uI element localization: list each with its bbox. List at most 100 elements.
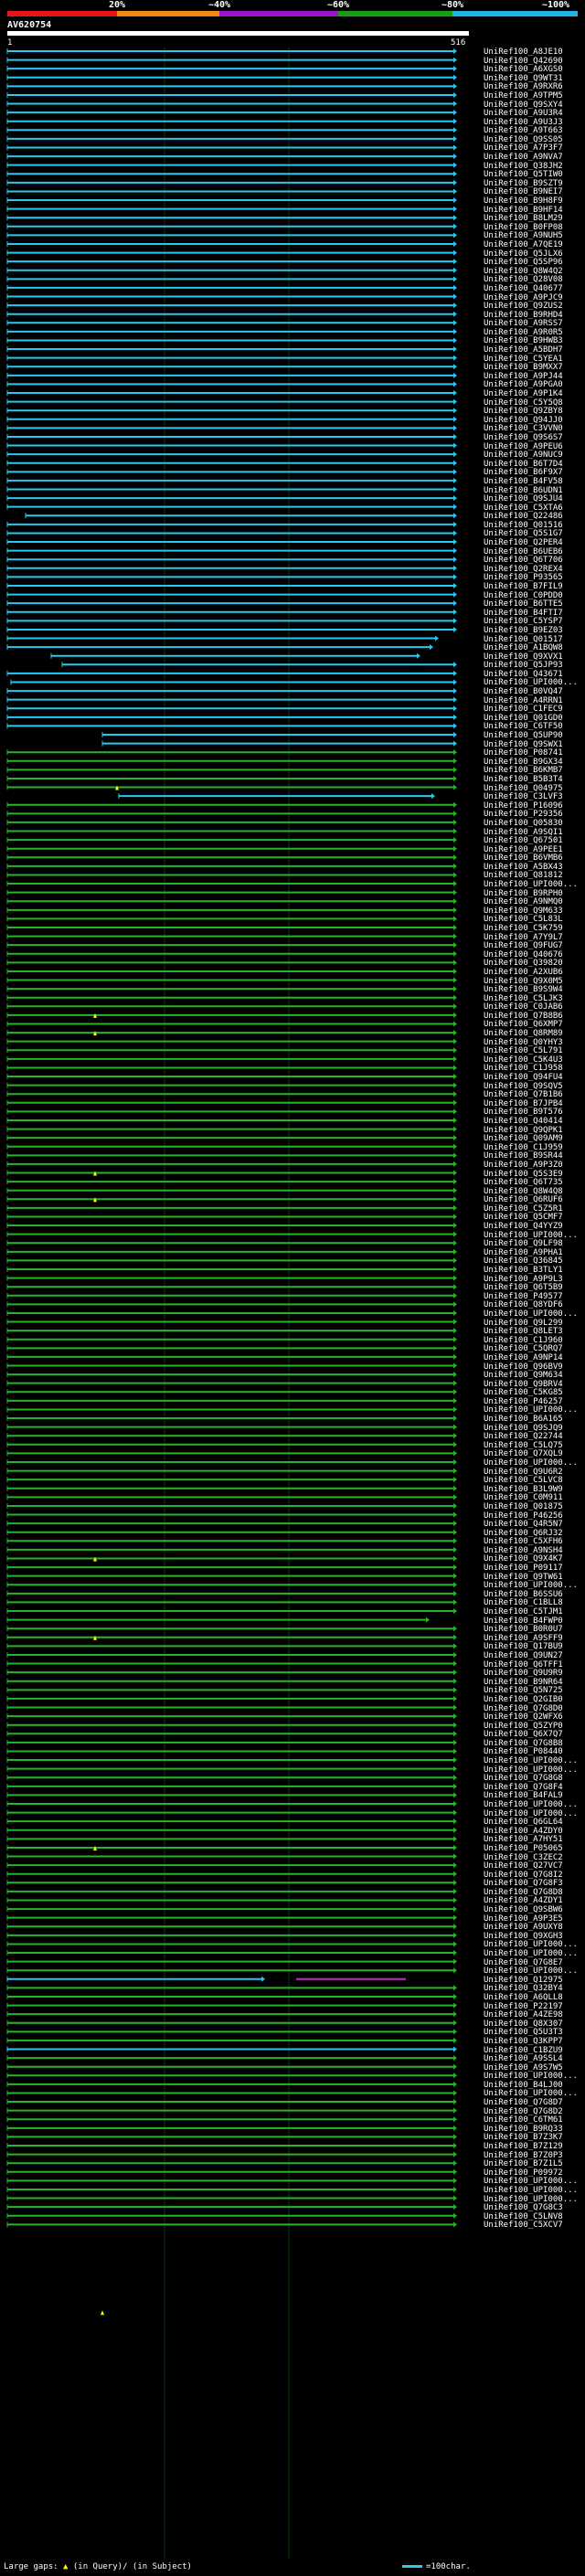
hit-label[interactable]: UniRef100_C5XFH6 — [484, 1537, 563, 1546]
hit-label[interactable]: UniRef100_Q7G8D8 — [484, 1888, 563, 1897]
hit-label[interactable]: UniRef100_Q5TIW0 — [484, 170, 563, 179]
hit-label[interactable]: UniRef100_B4FAL9 — [484, 1791, 563, 1800]
hit-label[interactable]: UniRef100_P16096 — [484, 801, 563, 811]
hit-label[interactable]: UniRef100_A9SQI1 — [484, 828, 563, 837]
hit-label[interactable]: UniRef100_A5BDH7 — [484, 345, 563, 355]
hit-label[interactable]: UniRef100_A8JE10 — [484, 48, 563, 57]
hit-label[interactable]: UniRef100_Q9U6R2 — [484, 1468, 563, 1477]
hit-label[interactable]: UniRef100_A9U3R4 — [484, 109, 563, 118]
hit-label[interactable]: UniRef100_Q81812 — [484, 871, 563, 880]
hit-label[interactable]: UniRef100_A9PHA1 — [484, 1248, 563, 1257]
hit-label[interactable]: UniRef100_B7Z0P3 — [484, 2151, 563, 2160]
hit-label[interactable]: UniRef100_Q2REX4 — [484, 565, 563, 574]
hit-label[interactable]: UniRef100_Q6GL64 — [484, 1818, 563, 1827]
hit-label[interactable]: UniRef100_Q9TW61 — [484, 1573, 563, 1582]
hit-label[interactable]: UniRef100_A4ZDY0 — [484, 1827, 563, 1836]
hit-label[interactable]: UniRef100_B4FV58 — [484, 477, 563, 486]
hit-label[interactable]: UniRef100_Q9X4K7 — [484, 1554, 563, 1564]
hit-label[interactable]: UniRef100_B9HF14 — [484, 206, 563, 215]
hit-label[interactable]: UniRef100_Q8W4Q2 — [484, 267, 563, 276]
hit-label[interactable]: UniRef100_B9MXX7 — [484, 363, 563, 372]
hit-label[interactable]: UniRef100_UPI000... — [484, 2072, 578, 2081]
hit-label[interactable]: UniRef100_B0FP08 — [484, 223, 563, 232]
hit-label[interactable]: UniRef100_Q32BY4 — [484, 1984, 563, 1993]
hit-label[interactable]: UniRef100_C1BLL8 — [484, 1598, 563, 1607]
hit-label[interactable]: UniRef100_Q6RJ32 — [484, 1529, 563, 1538]
hit-label[interactable]: UniRef100_P08741 — [484, 748, 563, 758]
hit-label[interactable]: UniRef100_Q01GD0 — [484, 714, 563, 723]
hit-label[interactable]: UniRef100_A9PGA0 — [484, 380, 563, 389]
hit-label[interactable]: UniRef100_A9P3Z0 — [484, 1161, 563, 1170]
hit-label[interactable]: UniRef100_Q8LET3 — [484, 1327, 563, 1336]
hit-label[interactable]: UniRef100_Q5SP96 — [484, 258, 563, 267]
hit-label[interactable]: UniRef100_C5LQ75 — [484, 1441, 563, 1450]
hit-label[interactable]: UniRef100_A9RXR6 — [484, 82, 563, 91]
hit-label[interactable]: UniRef100_A4ZE98 — [484, 2010, 563, 2019]
hit-label[interactable]: UniRef100_B9SR44 — [484, 1151, 563, 1161]
hit-label[interactable]: UniRef100_B0VQ47 — [484, 687, 563, 696]
hit-label[interactable]: UniRef100_Q7G8B8 — [484, 1739, 563, 1748]
hit-label[interactable]: UniRef100_A9SSL4 — [484, 2054, 563, 2063]
hit-label[interactable]: UniRef100_A7HY51 — [484, 1835, 563, 1844]
hit-label[interactable]: UniRef100_Q9XGH3 — [484, 1932, 563, 1941]
hit-label[interactable]: UniRef100_Q38JH2 — [484, 162, 563, 171]
hit-label[interactable]: UniRef100_A4RRN1 — [484, 696, 563, 705]
hit-label[interactable]: UniRef100_C5YEA1 — [484, 355, 563, 364]
hit-label[interactable]: UniRef100_C3VVN0 — [484, 424, 563, 433]
hit-label[interactable]: UniRef100_A7QE19 — [484, 240, 563, 249]
hit-label[interactable]: UniRef100_B9RHD4 — [484, 311, 563, 320]
hit-label[interactable]: UniRef100_C1J958 — [484, 1064, 563, 1073]
hit-label[interactable]: UniRef100_A9PJC9 — [484, 293, 563, 302]
hit-label[interactable]: UniRef100_B8LM29 — [484, 214, 563, 223]
hit-label[interactable]: UniRef100_Q7G8C3 — [484, 2203, 563, 2212]
hit-label[interactable]: UniRef100_Q9M633 — [484, 906, 563, 916]
hit-label[interactable]: UniRef100_UPI000... — [484, 2177, 578, 2186]
hit-label[interactable]: UniRef100_C6TM61 — [484, 2115, 563, 2125]
hit-label[interactable]: UniRef100_A1BQW8 — [484, 643, 563, 652]
hit-label[interactable]: UniRef100_A9U3J3 — [484, 118, 563, 127]
hit-label[interactable]: UniRef100_Q01517 — [484, 635, 563, 644]
hit-label[interactable]: UniRef100_Q6XMP7 — [484, 1020, 563, 1029]
hit-label[interactable]: UniRef100_Q9QPK1 — [484, 1126, 563, 1135]
hit-label[interactable]: UniRef100_B6A165 — [484, 1415, 563, 1424]
hit-label[interactable]: UniRef100_A7Y9L7 — [484, 933, 563, 942]
hit-label[interactable]: UniRef100_Q4YYZ9 — [484, 1222, 563, 1231]
hit-label[interactable]: UniRef100_C5XTA6 — [484, 504, 563, 513]
hit-label[interactable]: UniRef100_B9S9W4 — [484, 985, 563, 994]
hit-label[interactable]: UniRef100_B6VMB6 — [484, 853, 563, 863]
hit-label[interactable]: UniRef100_Q9XVX1 — [484, 652, 563, 662]
hit-label[interactable]: UniRef100_Q43671 — [484, 670, 563, 679]
hit-label[interactable]: UniRef100_P09117 — [484, 1564, 563, 1573]
hit-label[interactable]: UniRef100_Q9U9R9 — [484, 1669, 563, 1678]
hit-label[interactable]: UniRef100_Q42690 — [484, 57, 563, 66]
hit-label[interactable]: UniRef100_C5QRQ7 — [484, 1344, 563, 1353]
hit-label[interactable]: UniRef100_Q40677 — [484, 284, 563, 293]
hit-label[interactable]: UniRef100_Q6TFF1 — [484, 1660, 563, 1670]
hit-label[interactable]: UniRef100_C5KG85 — [484, 1388, 563, 1397]
hit-label[interactable]: UniRef100_C6TF50 — [484, 722, 563, 731]
hit-label[interactable]: UniRef100_Q40414 — [484, 1117, 563, 1126]
hit-label[interactable]: UniRef100_A9S7W5 — [484, 2063, 563, 2072]
hit-label[interactable]: UniRef100_A9PJ44 — [484, 372, 563, 381]
hit-label[interactable]: UniRef100_B3TLY1 — [484, 1266, 563, 1275]
hit-label[interactable]: UniRef100_A9P9L3 — [484, 1275, 563, 1284]
hit-label[interactable]: UniRef100_C5YSP7 — [484, 617, 563, 626]
hit-label[interactable]: UniRef100_Q36845 — [484, 1256, 563, 1266]
hit-label[interactable]: UniRef100_C1J959 — [484, 1143, 563, 1152]
hit-label[interactable]: UniRef100_Q01516 — [484, 521, 563, 530]
hit-label[interactable]: UniRef100_UPI000... — [484, 2195, 578, 2204]
hit-label[interactable]: UniRef100_Q9LF98 — [484, 1239, 563, 1248]
hit-label[interactable]: UniRef100_Q9L299 — [484, 1319, 563, 1328]
hit-label[interactable]: UniRef100_UPI000... — [484, 678, 578, 687]
hit-label[interactable]: UniRef100_UPI000... — [484, 1800, 578, 1809]
hit-label[interactable]: UniRef100_Q40676 — [484, 950, 563, 959]
hit-label[interactable]: UniRef100_A9UXY8 — [484, 1923, 563, 1932]
hit-label[interactable]: UniRef100_Q7XQL9 — [484, 1449, 563, 1458]
hit-label[interactable]: UniRef100_B5B3T4 — [484, 775, 563, 784]
hit-label[interactable]: UniRef100_C5XCV7 — [484, 2221, 563, 2230]
hit-label[interactable]: UniRef100_Q01875 — [484, 1502, 563, 1511]
hit-label[interactable]: UniRef100_Q12975 — [484, 1976, 563, 1985]
hit-label[interactable]: UniRef100_Q09AM9 — [484, 1134, 563, 1143]
hit-label[interactable]: UniRef100_Q6T706 — [484, 556, 563, 565]
hit-label[interactable]: UniRef100_B9H8F9 — [484, 196, 563, 206]
